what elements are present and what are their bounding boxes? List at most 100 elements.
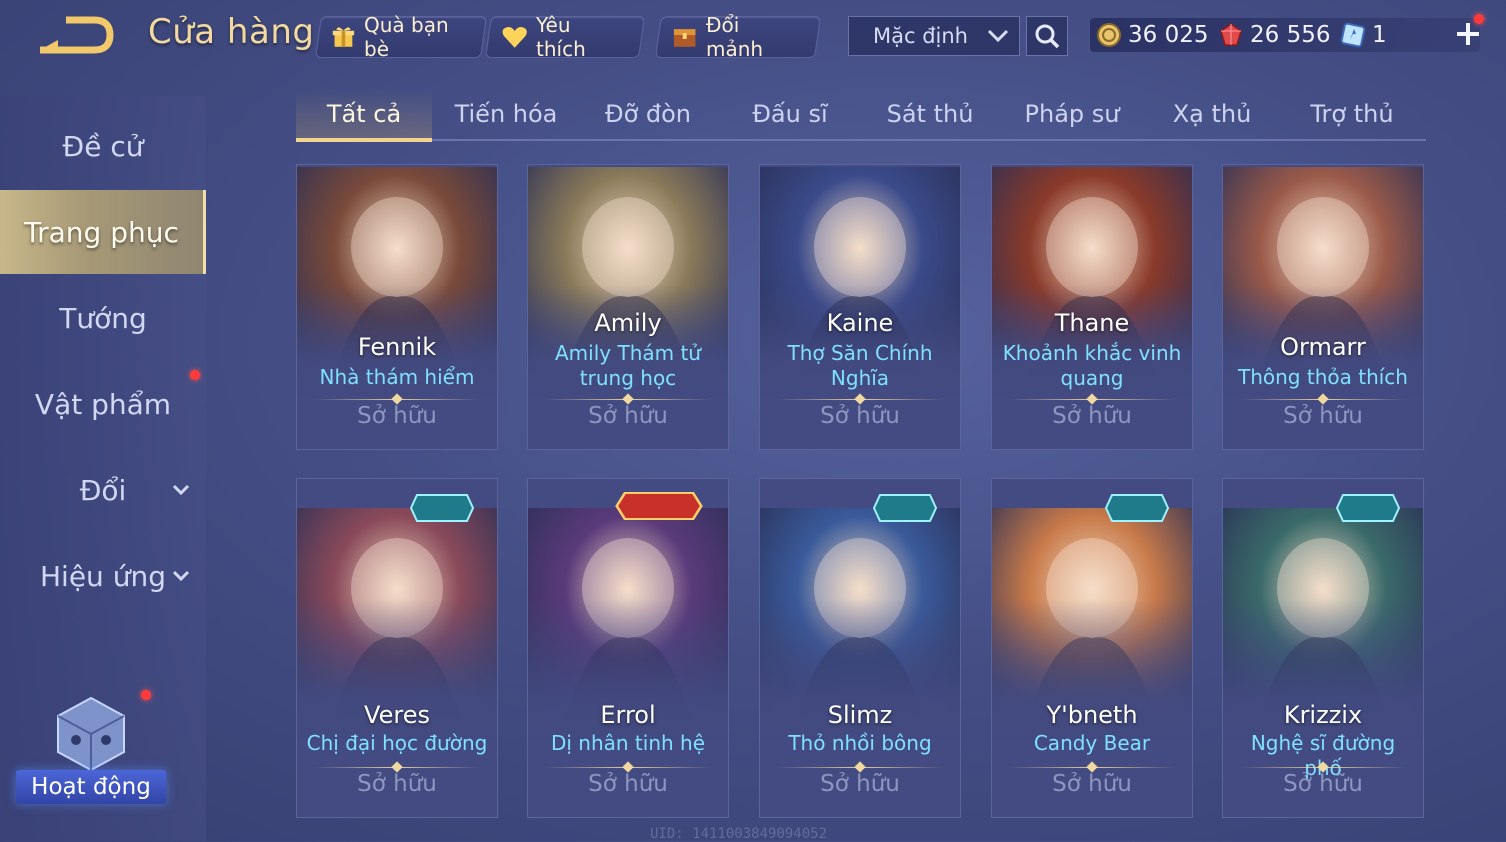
tab-fighter[interactable]: Đấu sĩ <box>722 88 858 140</box>
hero-name: Veres <box>364 701 430 729</box>
card-divider <box>315 761 479 773</box>
hero-name: Ormarr <box>1280 333 1366 361</box>
owned-status: Sở hữu <box>1052 771 1132 797</box>
hero-name: Fennik <box>357 333 437 361</box>
tab-marksman[interactable]: Xạ thủ <box>1144 88 1280 140</box>
badge-icon <box>615 492 703 520</box>
owned-status: Sở hữu <box>1283 771 1363 797</box>
chevron-down-icon <box>172 570 190 582</box>
page-title: Cửa hàng <box>148 12 315 52</box>
card-divider <box>1010 761 1174 773</box>
chevron-down-icon <box>987 29 1009 43</box>
activity-cube-icon <box>57 696 125 772</box>
tab-assassin[interactable]: Sát thủ <box>862 88 998 140</box>
limited-badge <box>1335 491 1401 525</box>
mission-badge <box>614 489 704 523</box>
card-divider <box>1010 393 1174 405</box>
heart-icon <box>502 27 527 48</box>
voucher-amount: 1 <box>1372 22 1387 48</box>
hero-name: Krizzix <box>1283 701 1363 729</box>
sidebar-item-label: Tướng <box>59 301 147 335</box>
skin-card[interactable]: KrizzixNghệ sĩ đường phốSở hữu <box>1222 478 1424 818</box>
limited-badge <box>872 491 938 525</box>
gem-amount: 26 556 <box>1250 22 1331 48</box>
exchange-shards-button[interactable]: Đổi mảnh <box>655 13 821 61</box>
sort-selected-value: Mặc định <box>873 24 968 48</box>
gem-currency: 26 556 <box>1218 18 1330 52</box>
gold-currency: 36 025 <box>1096 18 1208 52</box>
card-divider <box>778 761 942 773</box>
skin-card[interactable]: Y'bneth Candy Bear Sở hữu <box>991 478 1193 818</box>
owned-status: Sở hữu <box>820 771 900 797</box>
skin-card[interactable]: Errol Dị nhân tinh hệ Sở hữu <box>527 478 729 818</box>
skin-name: Candy Bear <box>1033 731 1151 755</box>
activity-button[interactable]: Hoạt động <box>16 690 166 810</box>
badge-icon <box>409 494 475 522</box>
tab-mage[interactable]: Pháp sư <box>1004 88 1140 140</box>
search-icon <box>1035 24 1060 49</box>
exchange-shards-label: Đổi mảnh <box>706 13 764 61</box>
owned-status: Sở hữu <box>820 403 900 429</box>
tab-all[interactable]: Tất cả <box>296 88 432 142</box>
search-button[interactable] <box>1026 16 1068 56</box>
badge-icon <box>1104 494 1170 522</box>
sort-dropdown[interactable]: Mặc định <box>848 16 1020 56</box>
card-divider <box>546 393 710 405</box>
tab-tank[interactable]: Đỡ đòn <box>580 88 716 140</box>
limited-badge <box>409 491 475 525</box>
sidebar-item-effects[interactable]: Hiệu ứng <box>0 534 206 618</box>
friend-gift-label: Quà bạn bè <box>363 13 449 61</box>
hero-name: Y'bneth <box>1046 701 1138 729</box>
skin-name: Thông thỏa thích <box>1238 365 1408 389</box>
skin-card[interactable]: Thane Khoảnh khắc vinh quang Sở hữu <box>991 164 1193 450</box>
notification-dot <box>1474 14 1484 24</box>
chest-icon <box>673 29 696 47</box>
gift-icon <box>332 27 355 47</box>
back-arrow-icon <box>40 16 114 54</box>
top-bar: Cửa hàng Quà bạn bè Yêu thích Đổi mảnh M… <box>0 0 1506 74</box>
skin-card[interactable]: Slimz Thỏ nhồi bông Sở hữu <box>759 478 961 818</box>
voucher-currency: 1 <box>1340 18 1387 52</box>
tab-evolution[interactable]: Tiến hóa <box>438 88 574 140</box>
favorites-label: Yêu thích <box>536 13 587 61</box>
owned-status: Sở hữu <box>357 403 437 429</box>
skin-name: Thợ Săn Chính Nghĩa <box>787 341 933 390</box>
friend-gift-button[interactable]: Quà bạn bè <box>315 13 487 61</box>
red-gem-icon <box>1220 23 1242 46</box>
skin-name: Nhà thám hiểm <box>319 365 475 389</box>
skin-card[interactable]: Ormarr Thông thỏa thích Sở hữu <box>1222 164 1424 450</box>
sidebar-item-label: Vật phẩm <box>34 387 172 421</box>
card-divider <box>315 393 479 405</box>
limited-badge <box>1104 491 1170 525</box>
skin-card[interactable]: Amily Amily Thám tử trung học Sở hữu <box>527 164 729 450</box>
badge-icon <box>872 494 938 522</box>
favorites-button[interactable]: Yêu thích <box>485 13 645 61</box>
sidebar-item-skins[interactable]: Trang phục <box>0 190 206 274</box>
gold-coin-icon <box>1097 23 1121 47</box>
tab-support[interactable]: Trợ thủ <box>1284 88 1420 140</box>
skin-name: Dị nhân tinh hệ <box>550 731 706 755</box>
card-divider <box>1241 761 1405 773</box>
skin-card[interactable]: Kaine Thợ Săn Chính Nghĩa Sở hữu <box>759 164 961 450</box>
activity-label: Hoạt động <box>16 770 166 804</box>
card-divider <box>778 393 942 405</box>
back-button[interactable] <box>36 14 116 56</box>
sidebar-item-label: Trang phục <box>24 215 179 249</box>
hero-name: Kaine <box>826 309 894 337</box>
sidebar-item-recommended[interactable]: Đề cử <box>0 104 206 188</box>
skin-name: Khoảnh khắc vinh quang <box>1002 341 1182 390</box>
skin-name: Chị đại học đường <box>306 731 488 755</box>
sidebar-item-heroes[interactable]: Tướng <box>0 276 206 360</box>
owned-status: Sở hữu <box>357 771 437 797</box>
hero-name: Thane <box>1054 309 1130 337</box>
skin-card[interactable]: Fennik Nhà thám hiểm Sở hữu <box>296 164 498 450</box>
owned-status: Sở hữu <box>588 403 668 429</box>
activity-notification-dot <box>141 690 151 700</box>
sidebar-item-exchange[interactable]: Đổi <box>0 448 206 532</box>
skin-card[interactable]: Veres Chị đại học đường Sở hữu <box>296 478 498 818</box>
sidebar-item-items[interactable]: Vật phẩm <box>0 362 206 446</box>
owned-status: Sở hữu <box>1283 403 1363 429</box>
skin-name: Thỏ nhồi bông <box>788 731 932 755</box>
sidebar-item-label: Đề cử <box>62 129 144 163</box>
skin-name: Amily Thám tử trung học <box>555 341 701 390</box>
